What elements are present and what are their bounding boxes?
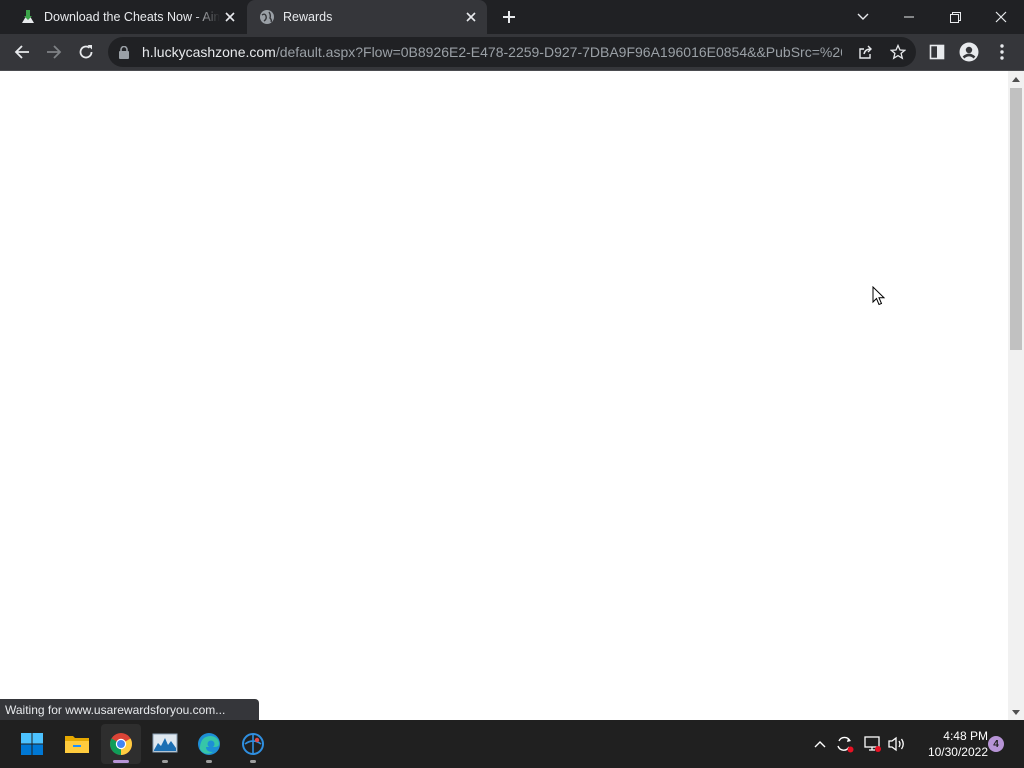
- loading-spinner-icon: [491, 377, 532, 421]
- back-button[interactable]: [8, 38, 36, 66]
- plus-icon: [503, 11, 515, 23]
- download-icon: [20, 9, 36, 25]
- chrome-icon: [110, 733, 132, 755]
- taskbar-network-app[interactable]: [233, 724, 273, 764]
- address-bar[interactable]: h.luckycashzone.com/default.aspx?Flow=0B…: [108, 37, 916, 67]
- tab-search-button[interactable]: [840, 0, 886, 34]
- star-icon: [890, 44, 906, 60]
- reload-icon: [79, 45, 93, 59]
- chevron-up-icon: [814, 741, 826, 748]
- scroll-down-icon[interactable]: [1008, 704, 1024, 720]
- restore-button[interactable]: [932, 0, 978, 34]
- sync-status-button[interactable]: [833, 732, 857, 756]
- start-button[interactable]: [12, 724, 52, 764]
- share-icon: [859, 45, 872, 59]
- url-text[interactable]: h.luckycashzone.com/default.aspx?Flow=0B…: [142, 44, 842, 60]
- close-window-button[interactable]: [978, 0, 1024, 34]
- mouse-cursor-icon: [872, 286, 886, 306]
- status-bubble: Waiting for www.usarewardsforyou.com...: [0, 699, 260, 720]
- taskbar: 4:48 PM 10/30/2022 4: [0, 720, 1024, 768]
- new-tab-button[interactable]: [498, 6, 520, 28]
- lock-icon[interactable]: [118, 45, 130, 59]
- scroll-up-icon[interactable]: [1008, 71, 1024, 87]
- side-panel-icon: [929, 44, 945, 60]
- url-host: h.luckycashzone.com: [142, 44, 276, 60]
- scrollbar[interactable]: [1008, 71, 1024, 720]
- bookmark-button[interactable]: [886, 40, 910, 64]
- arrow-right-icon: [47, 45, 62, 59]
- side-panel-button[interactable]: [923, 38, 951, 66]
- clock[interactable]: 4:48 PM 10/30/2022: [912, 728, 988, 760]
- arrow-left-icon: [14, 45, 29, 59]
- reload-button[interactable]: [72, 38, 100, 66]
- taskbar-file-explorer[interactable]: [57, 724, 97, 764]
- share-button[interactable]: [854, 40, 878, 64]
- minimize-button[interactable]: [886, 0, 932, 34]
- volume-button[interactable]: [885, 732, 909, 756]
- taskbar-resource-monitor[interactable]: [145, 724, 185, 764]
- close-tab-icon[interactable]: [461, 7, 481, 27]
- profile-button[interactable]: [955, 38, 983, 66]
- notification-badge[interactable]: 4: [988, 736, 1004, 752]
- url-path: /default.aspx?Flow=0B8926E2-E478-2259-D9…: [275, 44, 842, 60]
- tab-strip: Download the Cheats Now - Aimbot Rewards: [0, 0, 1024, 34]
- browser-toolbar: h.luckycashzone.com/default.aspx?Flow=0B…: [0, 34, 1024, 71]
- close-icon: [995, 11, 1007, 23]
- restore-icon: [949, 11, 961, 23]
- tab-title: Download the Cheats Now - Aimbot: [44, 10, 220, 24]
- file-explorer-icon: [65, 736, 89, 753]
- network-icon: [864, 736, 881, 752]
- scroll-thumb[interactable]: [1010, 88, 1022, 350]
- chevron-down-icon: [857, 13, 869, 20]
- clock-date: 10/30/2022: [927, 745, 988, 759]
- tab-rewards[interactable]: Rewards: [247, 0, 487, 34]
- taskbar-chrome[interactable]: [101, 724, 141, 764]
- taskbar-edge[interactable]: [189, 724, 229, 764]
- network-button[interactable]: [860, 732, 884, 756]
- edge-icon: [198, 733, 220, 755]
- menu-button[interactable]: [988, 38, 1016, 66]
- speaker-icon: [888, 736, 904, 752]
- network-app-icon: [242, 733, 264, 755]
- person-icon: [959, 42, 979, 62]
- tab-title: Rewards: [283, 10, 333, 24]
- start-icon: [21, 733, 43, 755]
- close-tab-icon[interactable]: [220, 7, 240, 27]
- resource-monitor-icon: [152, 733, 178, 753]
- tab-download-cheats[interactable]: Download the Cheats Now - Aimbot: [8, 0, 246, 34]
- globe-icon: [259, 9, 275, 25]
- sync-icon: [837, 736, 854, 753]
- clock-time: 4:48 PM: [943, 729, 988, 743]
- show-hidden-icons-button[interactable]: [808, 732, 832, 756]
- minimize-icon: [904, 16, 914, 18]
- kebab-menu-icon: [1000, 44, 1004, 60]
- forward-button[interactable]: [40, 38, 68, 66]
